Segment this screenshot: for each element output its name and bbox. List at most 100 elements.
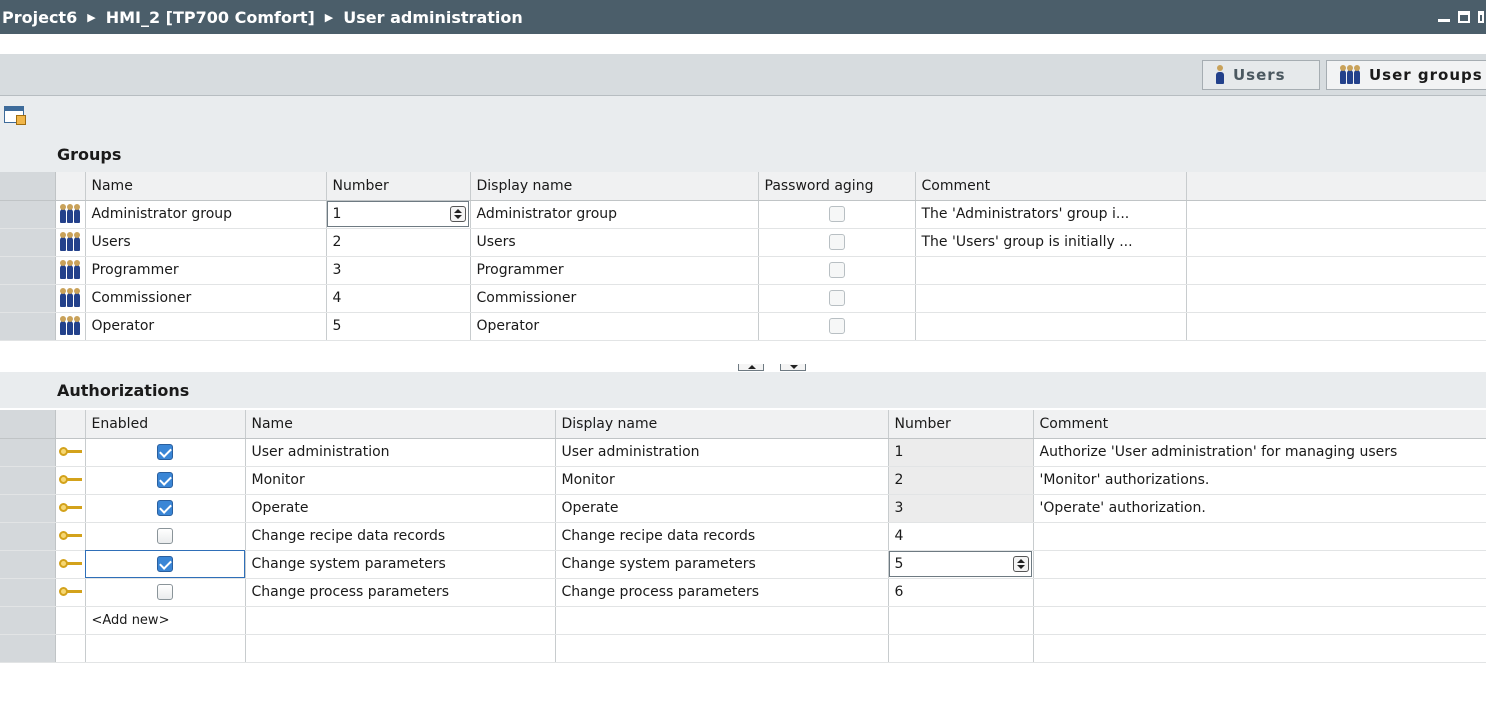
minimize-icon[interactable] xyxy=(1438,12,1450,22)
row-header[interactable] xyxy=(0,522,56,551)
enabled-checkbox[interactable] xyxy=(157,528,173,544)
row-header[interactable] xyxy=(0,550,56,579)
cell-name[interactable]: Administrator group xyxy=(85,200,327,229)
col-header-number[interactable]: Number xyxy=(326,172,471,201)
cell-number-editor[interactable]: 1 xyxy=(326,200,471,229)
cell-name[interactable]: Monitor xyxy=(245,466,556,495)
add-new-cell[interactable]: <Add new> xyxy=(85,606,246,635)
cell-number[interactable]: 4 xyxy=(326,284,471,313)
cell-display-name[interactable]: Commissioner xyxy=(470,284,759,313)
row-header[interactable] xyxy=(0,494,56,523)
password-aging-checkbox[interactable] xyxy=(828,290,845,306)
cell-number-editor[interactable]: 5 xyxy=(888,550,1034,579)
table-row[interactable]: Programmer 3 Programmer xyxy=(0,256,1486,285)
cell-number[interactable]: 2 xyxy=(326,228,471,257)
enabled-checkbox[interactable] xyxy=(157,500,173,516)
col-header-name[interactable]: Name xyxy=(85,172,327,201)
cell-display-name[interactable]: Monitor xyxy=(555,466,889,495)
restore-icon[interactable] xyxy=(1458,11,1470,23)
table-row[interactable]: Commissioner 4 Commissioner xyxy=(0,284,1486,313)
cell-display-name[interactable]: Change process parameters xyxy=(555,578,889,607)
row-header[interactable] xyxy=(0,438,56,467)
cell-comment[interactable]: 'Operate' authorization. xyxy=(1033,494,1486,523)
enabled-checkbox[interactable] xyxy=(157,584,173,600)
password-aging-checkbox[interactable] xyxy=(828,234,845,250)
properties-window-icon[interactable] xyxy=(4,106,26,125)
cell-comment[interactable]: 'Monitor' authorizations. xyxy=(1033,466,1486,495)
cell-comment[interactable]: The 'Users' group is initially ... xyxy=(915,228,1187,257)
col-header-display-name[interactable]: Display name xyxy=(555,410,889,439)
cell-display-name[interactable]: User administration xyxy=(555,438,889,467)
cell-number[interactable]: 3 xyxy=(326,256,471,285)
table-row[interactable]: Monitor Monitor 2 'Monitor' authorizatio… xyxy=(0,466,1486,495)
cell-name[interactable]: Change system parameters xyxy=(245,550,556,579)
table-row[interactable]: User administration User administration … xyxy=(0,438,1486,467)
collapse-down-icon[interactable] xyxy=(780,364,806,371)
table-row[interactable]: Operate Operate 3 'Operate' authorizatio… xyxy=(0,494,1486,523)
add-new-row[interactable]: <Add new> xyxy=(0,606,1486,635)
cell-comment[interactable] xyxy=(915,284,1187,313)
cell-name[interactable]: Operate xyxy=(245,494,556,523)
cell-comment[interactable] xyxy=(1033,522,1486,551)
collapse-up-icon[interactable] xyxy=(738,364,764,371)
cell-name[interactable]: User administration xyxy=(245,438,556,467)
password-aging-checkbox[interactable] xyxy=(828,206,845,222)
col-header-display-name[interactable]: Display name xyxy=(470,172,759,201)
cell-name[interactable]: Commissioner xyxy=(85,284,327,313)
row-header[interactable] xyxy=(0,228,56,257)
table-row[interactable]: Change process parameters Change process… xyxy=(0,578,1486,607)
cell-number[interactable]: 5 xyxy=(326,312,471,341)
cell-name[interactable]: Change recipe data records xyxy=(245,522,556,551)
spinner-icon[interactable] xyxy=(449,205,466,222)
cell-display-name[interactable]: Programmer xyxy=(470,256,759,285)
cell-display-name[interactable]: Change system parameters xyxy=(555,550,889,579)
row-header[interactable] xyxy=(0,606,56,635)
cell-comment[interactable] xyxy=(915,312,1187,341)
password-aging-checkbox[interactable] xyxy=(828,262,845,278)
col-header-comment[interactable]: Comment xyxy=(1033,410,1486,439)
table-row[interactable]: Users 2 Users The 'Users' group is initi… xyxy=(0,228,1486,257)
row-header[interactable] xyxy=(0,256,56,285)
enabled-checkbox[interactable] xyxy=(157,556,173,572)
tab-user-groups[interactable]: User groups xyxy=(1326,60,1486,90)
breadcrumb-editor[interactable]: User administration xyxy=(343,8,522,27)
row-header[interactable] xyxy=(0,312,56,341)
cell-display-name[interactable]: Change recipe data records xyxy=(555,522,889,551)
table-row[interactable]: Change recipe data records Change recipe… xyxy=(0,522,1486,551)
enabled-checkbox[interactable] xyxy=(157,444,173,460)
cell-number[interactable]: 6 xyxy=(888,578,1034,607)
cell-comment[interactable] xyxy=(915,256,1187,285)
password-aging-checkbox[interactable] xyxy=(828,318,845,334)
col-header-enabled[interactable]: Enabled xyxy=(85,410,246,439)
cell-name[interactable]: Programmer xyxy=(85,256,327,285)
row-header[interactable] xyxy=(0,578,56,607)
cell-number[interactable]: 4 xyxy=(888,522,1034,551)
tab-users[interactable]: Users xyxy=(1202,60,1320,90)
cell-display-name[interactable]: Users xyxy=(470,228,759,257)
cell-comment[interactable] xyxy=(1033,578,1486,607)
table-row[interactable]: Administrator group 1 Administrator grou… xyxy=(0,200,1486,229)
row-header[interactable] xyxy=(0,200,56,229)
cell-display-name[interactable]: Administrator group xyxy=(470,200,759,229)
maximize-icon[interactable] xyxy=(1478,11,1484,23)
cell-name[interactable]: Operator xyxy=(85,312,327,341)
cell-display-name[interactable]: Operator xyxy=(470,312,759,341)
breadcrumb-device[interactable]: HMI_2 [TP700 Comfort] xyxy=(106,8,315,27)
row-header[interactable] xyxy=(0,284,56,313)
col-header-name[interactable]: Name xyxy=(245,410,556,439)
cell-comment[interactable]: Authorize 'User administration' for mana… xyxy=(1033,438,1486,467)
cell-name[interactable]: Users xyxy=(85,228,327,257)
row-header[interactable] xyxy=(0,466,56,495)
cell-name[interactable]: Change process parameters xyxy=(245,578,556,607)
cell-comment[interactable]: The 'Administrators' group i... xyxy=(915,200,1187,229)
col-header-number[interactable]: Number xyxy=(888,410,1034,439)
table-row[interactable]: Operator 5 Operator xyxy=(0,312,1486,341)
enabled-checkbox[interactable] xyxy=(157,472,173,488)
cell-comment[interactable] xyxy=(1033,550,1486,579)
cell-display-name[interactable]: Operate xyxy=(555,494,889,523)
pane-splitter[interactable] xyxy=(0,364,1486,372)
col-header-password-aging[interactable]: Password aging xyxy=(758,172,916,201)
col-header-comment[interactable]: Comment xyxy=(915,172,1187,201)
breadcrumb-project[interactable]: Project6 xyxy=(2,8,77,27)
table-row[interactable]: Change system parameters Change system p… xyxy=(0,550,1486,579)
